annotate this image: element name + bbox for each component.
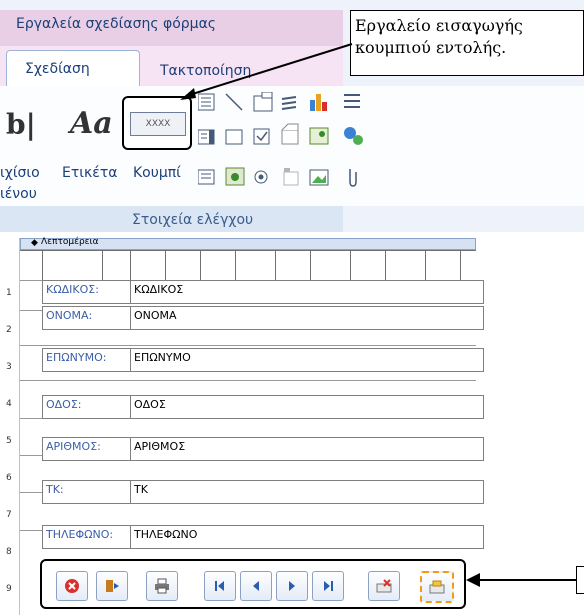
ruler-mark-2: 2 xyxy=(6,325,12,335)
combo-box-tool-icon[interactable] xyxy=(198,129,215,145)
ruler-mark-7: 7 xyxy=(6,510,12,520)
ruler-mark-1: 1 xyxy=(6,288,12,298)
print-button[interactable] xyxy=(146,571,178,601)
delete-record-button[interactable] xyxy=(368,571,400,601)
field-label-odos[interactable]: ΟΔΟΣ: xyxy=(42,395,132,419)
exit-door-icon xyxy=(106,580,119,592)
hyperlink-tool-icon[interactable] xyxy=(344,127,363,145)
next-record-button[interactable] xyxy=(276,571,308,601)
field-value-eponymo[interactable]: ΕΠΩΝΥΜΟ xyxy=(130,348,484,372)
ruler-mark-3: 3 xyxy=(6,362,12,372)
close-form-button[interactable] xyxy=(56,571,88,601)
first-record-button[interactable] xyxy=(204,571,236,601)
field-value-onoma[interactable]: ΟΝΟΜΑ xyxy=(130,306,484,330)
field-label-tk[interactable]: ΤΚ: xyxy=(42,480,132,504)
field-value-tilefono[interactable]: ΤΗΛΕΦΩΝΟ xyxy=(130,525,484,549)
annotation-callout: Εργαλείο εισαγωγής κουμπιού εντολής. xyxy=(350,10,584,76)
bound-object-tool-icon[interactable] xyxy=(309,127,329,145)
button-tool-label: Κουμπί xyxy=(133,165,181,181)
tab-design-label: Σχεδίαση xyxy=(25,61,90,77)
last-record-icon xyxy=(324,581,333,591)
field-value-tk[interactable]: ΤΚ xyxy=(130,480,484,504)
field-label-arithmos[interactable]: ΑΡΙΘΜΟΣ: xyxy=(42,437,132,461)
nav-annotation-callout xyxy=(576,566,584,594)
ruler-mark-4: 4 xyxy=(6,399,12,409)
textbox-tool-label-line2: ιένου xyxy=(0,186,37,202)
image-tool-icon[interactable] xyxy=(309,169,329,186)
printer-icon xyxy=(155,578,169,594)
rectangle-tool-icon[interactable] xyxy=(225,129,243,145)
field-value-odos[interactable]: ΟΔΟΣ xyxy=(130,395,484,419)
option-button-tool-icon[interactable] xyxy=(254,170,268,184)
new-record-button[interactable] xyxy=(420,571,454,603)
label-tool-icon[interactable]: Aa xyxy=(70,106,113,141)
attachment-tool-icon[interactable] xyxy=(349,169,357,187)
detail-section-title: ◆ Λεπτομέρεια xyxy=(31,237,99,248)
last-record-button[interactable] xyxy=(312,571,344,601)
tab-design[interactable]: Σχεδίαση xyxy=(6,50,140,86)
toggle-button-tool-icon[interactable] xyxy=(283,168,299,186)
field-value-arithmos[interactable]: ΑΡΙΘΜΟΣ xyxy=(130,437,484,461)
contextual-tab-title-text: Εργαλεία σχεδίασης φόρμας xyxy=(16,16,217,32)
new-record-icon xyxy=(429,580,445,594)
vertical-ruler: 1 2 3 4 5 6 7 8 9 xyxy=(0,238,20,615)
ruler-mark-9: 9 xyxy=(6,584,12,594)
unbound-object-tool-icon[interactable] xyxy=(281,123,299,145)
next-record-icon xyxy=(289,581,295,591)
exit-button[interactable] xyxy=(96,571,128,601)
text-box-small-tool-icon[interactable] xyxy=(198,169,215,185)
field-label-eponymo[interactable]: ΕΠΩΝΥΜΟ: xyxy=(42,348,132,372)
field-label-onoma[interactable]: ΟΝΟΜΑ: xyxy=(42,306,132,330)
first-record-icon xyxy=(215,581,224,591)
detail-section-header[interactable]: ◆ Λεπτομέρεια xyxy=(20,237,476,250)
textbox-tool-icon[interactable]: b| xyxy=(6,108,36,141)
button-tool-sample: XXXX xyxy=(130,112,186,136)
close-icon xyxy=(65,579,79,593)
nav-callout-arrow xyxy=(466,573,576,587)
field-label-tilefono[interactable]: ΤΗΛΕΦΩΝΟ: xyxy=(42,525,132,549)
ruler-mark-5: 5 xyxy=(6,436,12,446)
field-value-kodikos[interactable]: ΚΩΔΙΚΟΣ xyxy=(130,280,484,304)
previous-record-icon xyxy=(253,581,259,591)
ruler-mark-6: 6 xyxy=(6,473,12,483)
ruler-mark-8: 8 xyxy=(6,547,12,557)
textbox-tool-label: ιχίσιο xyxy=(0,165,40,181)
callout-arrow xyxy=(180,43,353,100)
label-tool-label: Ετικέτα xyxy=(62,165,118,181)
option-group-tool-icon[interactable] xyxy=(225,167,245,186)
previous-record-button[interactable] xyxy=(240,571,272,601)
checkbox-tool-icon[interactable] xyxy=(253,128,270,145)
group-label-controls: Στοιχεία ελέγχου xyxy=(132,212,254,228)
field-label-kodikos[interactable]: ΚΩΔΙΚΟΣ: xyxy=(42,280,132,304)
delete-record-icon xyxy=(376,579,392,593)
